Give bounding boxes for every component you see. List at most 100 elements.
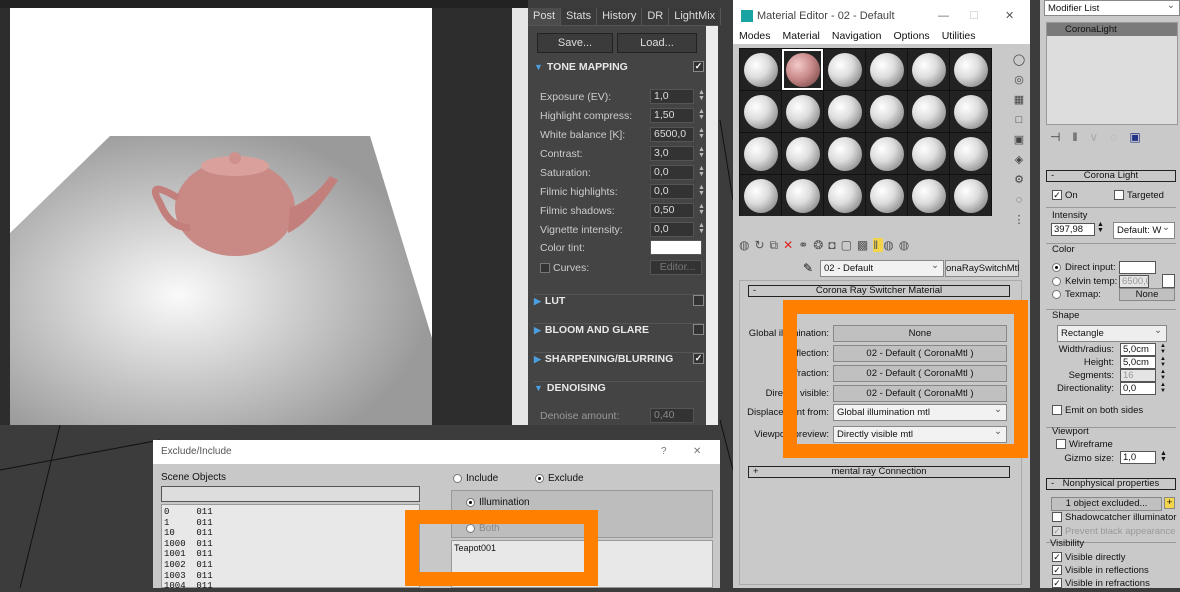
segments-spinner[interactable]: ▲ ▼ (1160, 369, 1166, 381)
pin-stack-icon[interactable]: ⊣ (1050, 130, 1072, 144)
background-icon[interactable]: ▦ (1012, 90, 1026, 110)
segments-input[interactable]: 16 (1120, 369, 1156, 382)
visible-reflections-checkbox[interactable]: ✓ Visible in reflections (1052, 565, 1149, 576)
make-preview-icon[interactable]: ◈ (1012, 150, 1026, 170)
rollout-mental-ray[interactable]: + mental ray Connection (748, 466, 1010, 478)
sample-slot[interactable] (908, 133, 949, 174)
denoise-input[interactable]: 0,40 (650, 408, 694, 423)
copy-material-icon[interactable]: ⚭ (798, 238, 813, 252)
scene-object-item[interactable]: 0 011 (164, 507, 417, 518)
help-button[interactable]: ? (661, 440, 667, 464)
tab-post[interactable]: Post (528, 8, 562, 25)
sample-slot[interactable] (908, 49, 949, 90)
targeted-checkbox[interactable]: Targeted (1114, 190, 1164, 201)
color-tint-swatch[interactable] (650, 240, 702, 255)
sample-slot[interactable] (950, 175, 991, 216)
section-checkbox[interactable] (693, 324, 704, 335)
param-input[interactable]: 0,50 (650, 203, 694, 218)
section-sharpening-blurring[interactable]: ▶ SHARPENING/BLURRING ✓ (534, 352, 704, 365)
spinner-icon[interactable]: ▲ ▼ (698, 89, 705, 102)
menu-options[interactable]: Options (894, 30, 930, 42)
go-to-parent-icon[interactable]: ◍ (883, 238, 898, 252)
illumination-radio[interactable]: Illumination (466, 497, 530, 508)
param-input[interactable]: 0,0 (650, 165, 694, 180)
sample-slot[interactable] (782, 175, 823, 216)
texmap-button[interactable]: None (1119, 288, 1175, 301)
prevent-black-checkbox[interactable]: ✓ Prevent black appearance (1052, 526, 1175, 537)
scene-object-item[interactable]: 10 011 (164, 528, 417, 539)
intensity-input[interactable]: 397,98 (1051, 223, 1095, 236)
param-input[interactable]: 1,50 (650, 108, 694, 123)
sample-slot[interactable] (950, 91, 991, 132)
scene-object-item[interactable]: 1 011 (164, 518, 417, 529)
options-icon[interactable]: ⚙ (1012, 170, 1026, 190)
visible-refractions-checkbox[interactable]: ✓ Visible in refractions (1052, 578, 1150, 589)
width-input[interactable]: 5,0cm (1120, 343, 1156, 356)
close-button[interactable]: ✕ (1005, 0, 1014, 32)
height-input[interactable]: 5,0cm (1120, 356, 1156, 369)
sample-slot[interactable] (908, 91, 949, 132)
material-type-button[interactable]: onaRaySwitchMtl (945, 260, 1019, 277)
exclude-button[interactable]: 1 object excluded... (1051, 497, 1162, 511)
show-shaded-icon[interactable]: ▩ (857, 238, 873, 252)
spinner-icon[interactable]: ▲ ▼ (698, 184, 705, 197)
video-color-icon[interactable]: ▣ (1012, 130, 1026, 150)
make-unique-icon[interactable]: ∨ (1089, 130, 1110, 144)
spinner-icon[interactable]: ▲ ▼ (698, 127, 705, 140)
plus-icon[interactable]: + (1164, 497, 1175, 509)
sample-slot[interactable] (740, 133, 781, 174)
spinner-icon[interactable]: ▲ ▼ (698, 108, 705, 121)
height-spinner[interactable]: ▲ ▼ (1160, 356, 1166, 368)
minimize-button[interactable]: — (938, 0, 949, 32)
modifier-list-dropdown[interactable]: Modifier List (1044, 0, 1180, 16)
scene-search-input[interactable] (161, 486, 420, 502)
put-to-library-icon[interactable]: ◘ (828, 238, 840, 252)
wireframe-checkbox[interactable]: Wireframe (1056, 439, 1113, 450)
tab-history[interactable]: History (597, 8, 643, 25)
show-end-result-icon[interactable]: ‖ (873, 238, 884, 252)
sample-slot[interactable] (824, 49, 865, 90)
menu-navigation[interactable]: Navigation (832, 30, 882, 42)
curves-editor-button[interactable]: Editor... (650, 260, 702, 275)
param-input[interactable]: 6500,0 (650, 127, 694, 142)
render-scrollbar[interactable] (512, 8, 528, 425)
spinner-icon[interactable]: ▲ ▼ (698, 165, 705, 178)
remove-modifier-icon[interactable]: ◌ (1110, 130, 1129, 144)
on-checkbox[interactable]: ✓ On (1052, 190, 1078, 201)
param-input[interactable]: 0,0 (650, 184, 694, 199)
backlight-icon[interactable]: ◎ (1012, 70, 1026, 90)
scene-object-item[interactable]: 1003 011 (164, 571, 417, 582)
sample-slot[interactable] (866, 175, 907, 216)
exclude-radio[interactable]: Exclude (535, 473, 584, 484)
sample-slot[interactable] (908, 175, 949, 216)
get-material-icon[interactable]: ◍ (739, 238, 754, 252)
tone-mapping-checkbox[interactable]: ✓ (693, 61, 704, 72)
texmap-radio[interactable]: Texmap: (1052, 289, 1101, 300)
scene-object-item[interactable]: 1004 011 (164, 581, 417, 592)
sample-slot[interactable] (740, 91, 781, 132)
spinner-icon[interactable]: ▲ ▼ (698, 203, 705, 216)
rollout-corona-light[interactable]: - Corona Light (1046, 170, 1176, 182)
menu-material[interactable]: Material (783, 30, 820, 42)
shape-dropdown[interactable]: Rectangle (1057, 323, 1167, 342)
save-button[interactable]: Save... (537, 33, 613, 53)
param-input[interactable]: 1,0 (650, 89, 694, 104)
configure-sets-icon[interactable]: ▣ (1129, 130, 1152, 144)
sample-slot[interactable] (824, 175, 865, 216)
tab-lightmix[interactable]: LightMix (669, 8, 722, 25)
sample-type-icon[interactable]: ◯ (1012, 50, 1026, 70)
scene-objects-list[interactable]: 0 011 1 011 10 011 1000 011 1001 011 1002 011… (161, 504, 420, 591)
param-input[interactable]: 3,0 (650, 146, 694, 161)
sample-slot[interactable] (740, 49, 781, 90)
gizmo-spinner[interactable]: ▲ ▼ (1160, 450, 1167, 463)
assign-material-icon[interactable]: ⧉ (770, 238, 784, 252)
dir-spinner[interactable]: ▲ ▼ (1160, 382, 1166, 394)
sample-slot[interactable] (950, 133, 991, 174)
tone-mapping-section[interactable]: ▼ TONE MAPPING ✓ (534, 61, 704, 73)
section-denoising[interactable]: ▼ DENOISING (534, 381, 704, 394)
dir-input[interactable]: 0,0 (1120, 382, 1156, 395)
put-to-scene-icon[interactable]: ↻ (754, 238, 769, 252)
section-bloom-and-glare[interactable]: ▶ BLOOM AND GLARE (534, 323, 704, 336)
section-checkbox[interactable]: ✓ (693, 353, 704, 364)
reset-icon[interactable]: ✕ (783, 238, 798, 252)
